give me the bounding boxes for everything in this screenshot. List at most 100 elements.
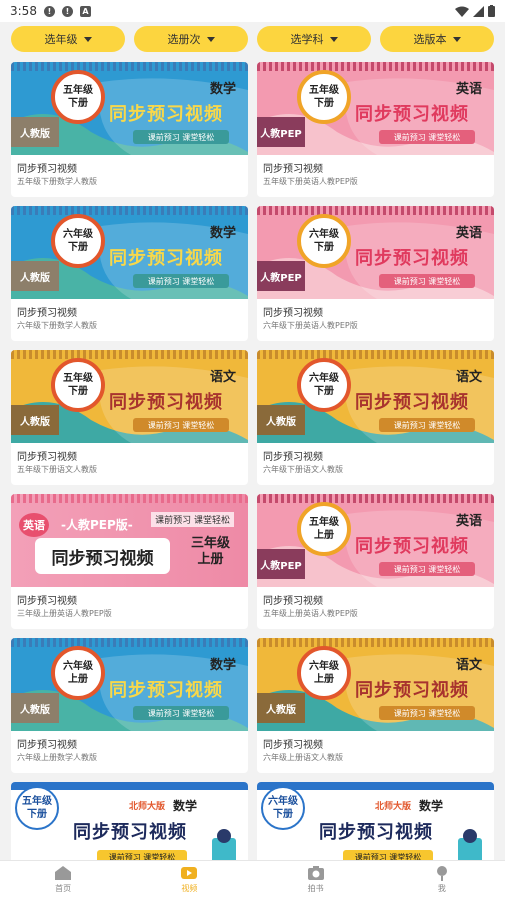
nav-profile[interactable]: 我 [379, 861, 505, 897]
subject-label: 英语 [455, 514, 482, 529]
caret-down-icon [329, 36, 338, 42]
badge-grade: 六年级 [309, 373, 339, 384]
video-card[interactable]: 英语 -人教PEP版- 课前预习 课堂轻松 同步预习视频 三年级 上册 同步预习视频… [11, 494, 248, 629]
filter-grade-button[interactable]: 选年级 [11, 26, 125, 52]
slogan-label: 课前预习 课堂轻松 [151, 512, 234, 527]
grade-badge: 六年级 上册 [297, 646, 351, 700]
badge-volume: 下册 [68, 242, 88, 253]
publisher-label: 北师大版 [129, 802, 166, 812]
grade-line1: 三年级 [190, 536, 230, 551]
video-thumbnail[interactable]: 六年级 下册 北师大版 数学 同步预习视频 课前预习 课堂轻松 [257, 782, 494, 860]
filter-bar: 选年级 选册次 选学科 选版本 [0, 26, 505, 56]
banner-title: 同步预习视频 [319, 822, 433, 843]
caret-down-icon [452, 36, 461, 42]
grade-badge: 六年级 下册 [51, 214, 105, 268]
nav-scan-book[interactable]: 拍书 [253, 861, 379, 897]
video-card[interactable]: 人教版 五年级 下册 语文 同步预习视频 课前预习 课堂轻松 同步预习视频 五年级下册… [11, 350, 248, 485]
grade-badge: 五年级 下册 [51, 70, 105, 124]
filter-edition-button[interactable]: 选版本 [380, 26, 494, 52]
card-title[interactable]: 同步预习视频 [11, 299, 248, 319]
video-card[interactable]: 人教版 六年级 下册 语文 同步预习视频 课前预习 课堂轻松 同步预习视频 六年级下册… [257, 350, 494, 485]
banner-title: 同步预习视频 [109, 680, 223, 701]
thumb-stripes [11, 494, 248, 503]
nav-profile-label: 我 [437, 883, 446, 893]
badge-grade: 六年级 [63, 661, 93, 672]
video-card[interactable]: 人教PEP 六年级 下册 英语 同步预习视频 课前预习 课堂轻松 同步预习视频 六年级… [257, 206, 494, 341]
card-title[interactable]: 同步预习视频 [11, 731, 248, 751]
video-thumbnail[interactable]: 人教PEP 五年级 下册 英语 同步预习视频 课前预习 课堂轻松 [257, 62, 494, 155]
student-illustration-icon [458, 829, 482, 860]
card-title[interactable]: 同步预习视频 [257, 443, 494, 463]
video-card[interactable]: 人教PEP 五年级 下册 英语 同步预习视频 课前预习 课堂轻松 同步预习视频 五年级… [257, 62, 494, 197]
card-title[interactable]: 同步预习视频 [257, 155, 494, 175]
video-grid: 人教版 五年级 下册 数学 同步预习视频 课前预习 课堂轻松 同步预习视频 五年级下册… [11, 62, 494, 860]
edition-label: -人教PEP版- [61, 518, 133, 532]
bottom-nav: 首页 视频 拍书 我 [0, 860, 505, 897]
banner-title: 同步预习视频 [355, 248, 469, 269]
video-card[interactable]: 人教版 六年级 上册 数学 同步预习视频 课前预习 课堂轻松 同步预习视频 六年级上册… [11, 638, 248, 773]
video-card[interactable]: 五年级下册 北师大版 数学 同步预习视频 课前预习 课堂轻松 同步预习视频 [11, 782, 248, 860]
video-thumbnail[interactable]: 人教PEP 六年级 下册 英语 同步预习视频 课前预习 课堂轻松 [257, 206, 494, 299]
slogan-label: 课前预习 课堂轻松 [379, 706, 475, 720]
video-thumbnail[interactable]: 人教版 五年级 下册 语文 同步预习视频 课前预习 课堂轻松 [11, 350, 248, 443]
video-card[interactable]: 六年级下册 北师大版 数学 同步预习视频 课前预习 课堂轻松 同步预习视频 [257, 782, 494, 860]
nav-scan-book-label: 拍书 [307, 883, 324, 893]
notification-alert-icon-2: ! [61, 5, 73, 17]
video-card[interactable]: 人教版 六年级 上册 语文 同步预习视频 课前预习 课堂轻松 同步预习视频 六年级上册… [257, 638, 494, 773]
video-card[interactable]: 人教版 五年级 下册 数学 同步预习视频 课前预习 课堂轻松 同步预习视频 五年级下册… [11, 62, 248, 197]
subject-label: 数学 [209, 226, 236, 241]
publisher-label: 人教版 [11, 261, 59, 291]
badge-volume: 下册 [27, 809, 47, 820]
badge-volume: 下册 [68, 386, 88, 397]
slogan-label: 课前预习 课堂轻松 [343, 850, 433, 860]
video-thumbnail[interactable]: 人教版 六年级 下册 语文 同步预习视频 课前预习 课堂轻松 [257, 350, 494, 443]
subject-tag: 英语 [19, 513, 49, 537]
badge-grade: 五年级 [63, 85, 93, 96]
badge-volume: 上册 [68, 674, 88, 685]
subject-label: 数学 [173, 799, 198, 813]
badge-grade: 五年级 [309, 85, 339, 96]
video-card[interactable]: 人教PEP 五年级 上册 英语 同步预习视频 课前预习 课堂轻松 同步预习视频 五年级… [257, 494, 494, 629]
publisher-label: 人教版 [11, 693, 59, 723]
camera-icon [307, 865, 324, 880]
banner-title: 同步预习视频 [35, 538, 170, 574]
badge-volume: 下册 [68, 98, 88, 109]
filter-grade-label: 选年级 [44, 33, 78, 46]
filter-volume-button[interactable]: 选册次 [134, 26, 248, 52]
card-title[interactable]: 同步预习视频 [11, 443, 248, 463]
card-title[interactable]: 同步预习视频 [257, 299, 494, 319]
card-title[interactable]: 同步预习视频 [257, 587, 494, 607]
card-title[interactable]: 同步预习视频 [257, 731, 494, 751]
subject-label: 语文 [209, 370, 236, 385]
filter-subject-label: 选学科 [290, 33, 324, 46]
nav-video[interactable]: 视频 [126, 861, 252, 897]
video-thumbnail[interactable]: 五年级 下册 北师大版 数学 同步预习视频 课前预习 课堂轻松 [11, 782, 248, 860]
subject-label: 语文 [455, 370, 482, 385]
badge-volume: 下册 [314, 242, 334, 253]
home-icon [55, 865, 72, 880]
notification-app-icon: A [79, 5, 91, 17]
video-thumbnail[interactable]: 人教版 六年级 上册 语文 同步预习视频 课前预习 课堂轻松 [257, 638, 494, 731]
app-root: 3:58 ! ! A 选年级 选册次 选学科 选版本 人教版 五年级 下册 数学 … [0, 0, 505, 897]
video-thumbnail[interactable]: 英语 -人教PEP版- 课前预习 课堂轻松 同步预习视频 三年级 上册 [11, 494, 248, 587]
subject-label: 英语 [455, 82, 482, 97]
subject-label: 英语 [455, 226, 482, 241]
video-thumbnail[interactable]: 人教版 五年级 下册 数学 同步预习视频 课前预习 课堂轻松 [11, 62, 248, 155]
wifi-icon [455, 6, 469, 17]
video-thumbnail[interactable]: 人教版 六年级 下册 数学 同步预习视频 课前预习 课堂轻松 [11, 206, 248, 299]
nav-home[interactable]: 首页 [0, 861, 126, 897]
banner-title: 同步预习视频 [109, 104, 223, 125]
subject-label: 数学 [419, 799, 444, 813]
badge-grade: 五年级 [63, 373, 93, 384]
video-card[interactable]: 人教版 六年级 下册 数学 同步预习视频 课前预习 课堂轻松 同步预习视频 六年级下册… [11, 206, 248, 341]
signal-icon [473, 5, 484, 17]
badge-volume: 上册 [314, 674, 334, 685]
slogan-label: 课前预习 课堂轻松 [133, 706, 229, 720]
card-title[interactable]: 同步预习视频 [11, 155, 248, 175]
video-thumbnail[interactable]: 人教版 六年级 上册 数学 同步预习视频 课前预习 课堂轻松 [11, 638, 248, 731]
card-title[interactable]: 同步预习视频 [11, 587, 248, 607]
badge-volume: 下册 [273, 809, 293, 820]
caret-down-icon [206, 36, 215, 42]
video-thumbnail[interactable]: 人教PEP 五年级 上册 英语 同步预习视频 课前预习 课堂轻松 [257, 494, 494, 587]
filter-subject-button[interactable]: 选学科 [257, 26, 371, 52]
